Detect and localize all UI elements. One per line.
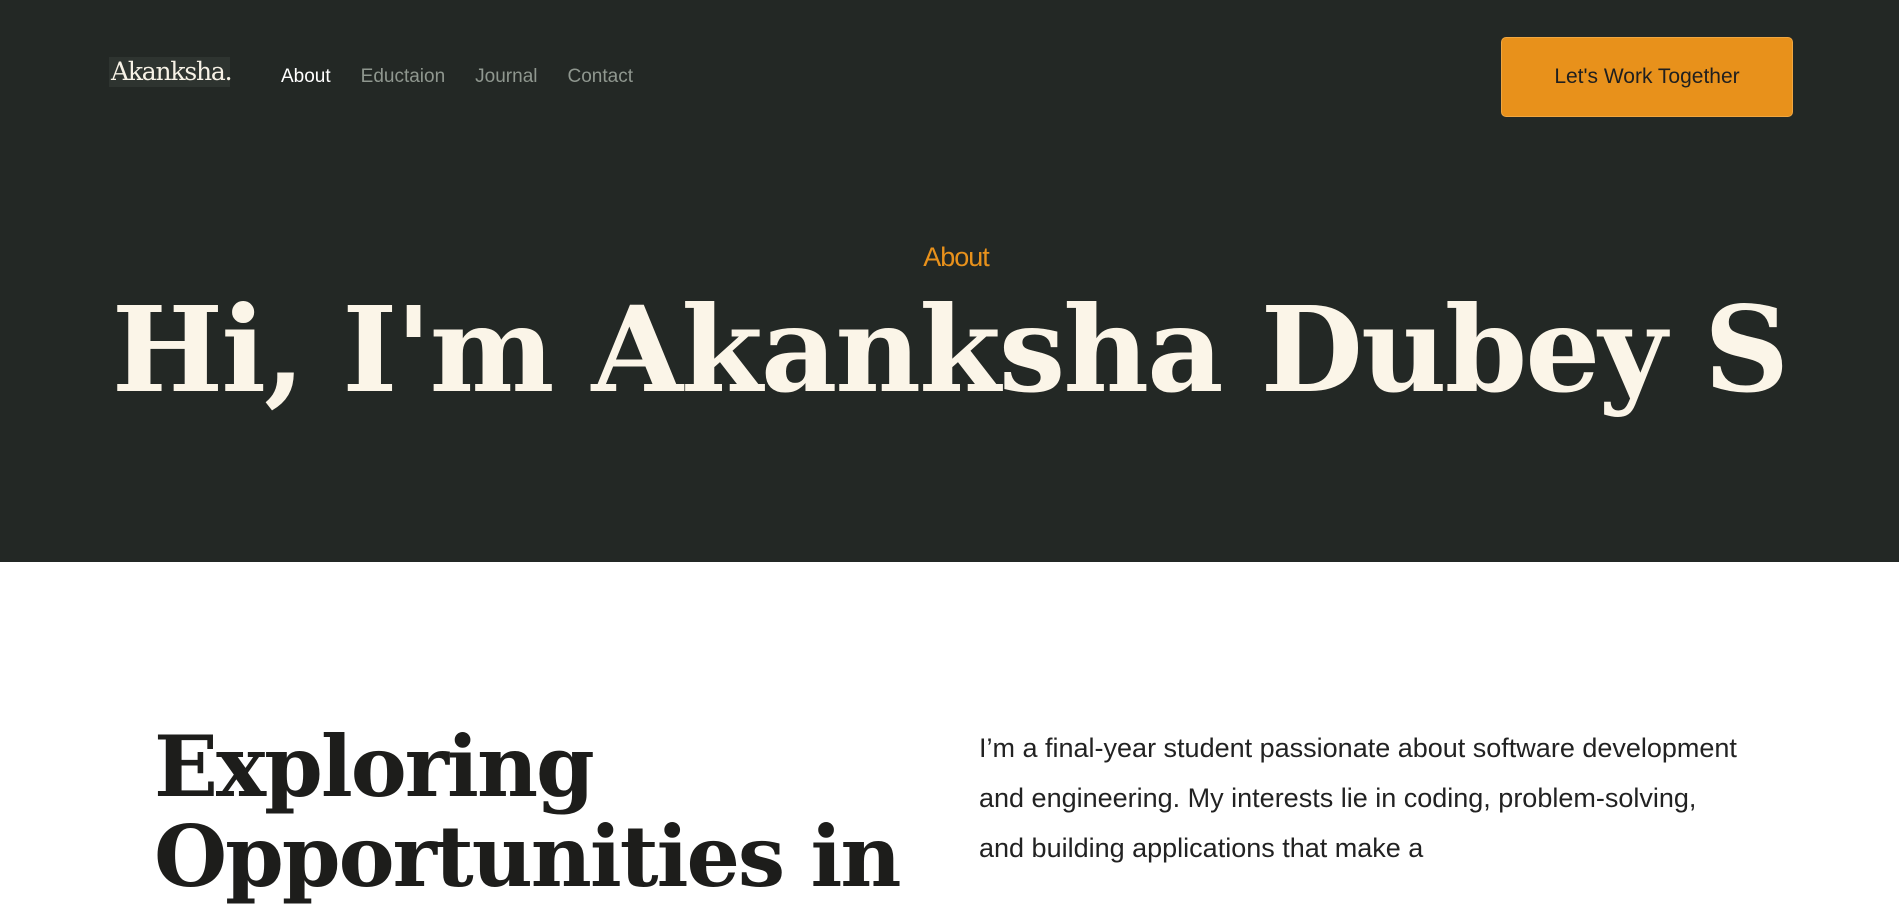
hero-eyebrow: About	[923, 242, 990, 272]
about-section-title: Exploring Opportunities in	[154, 717, 901, 906]
nav-link-education[interactable]: Eductaion	[361, 64, 446, 90]
nav-link-contact[interactable]: Contact	[568, 64, 633, 90]
nav-link-about[interactable]: About	[281, 64, 331, 90]
hero-section: Akanksha. About Eductaion Journal Contac…	[0, 0, 1899, 562]
hero-title: Hi, I'm Akanksha Dubey S	[111, 280, 1789, 419]
nav-link-journal[interactable]: Journal	[475, 64, 537, 90]
lets-work-together-button[interactable]: Let's Work Together	[1501, 37, 1793, 117]
main-nav: About Eductaion Journal Contact	[281, 64, 663, 90]
logo[interactable]: Akanksha.	[109, 57, 233, 87]
about-bio: I’m a final-year student passionate abou…	[979, 733, 1737, 863]
